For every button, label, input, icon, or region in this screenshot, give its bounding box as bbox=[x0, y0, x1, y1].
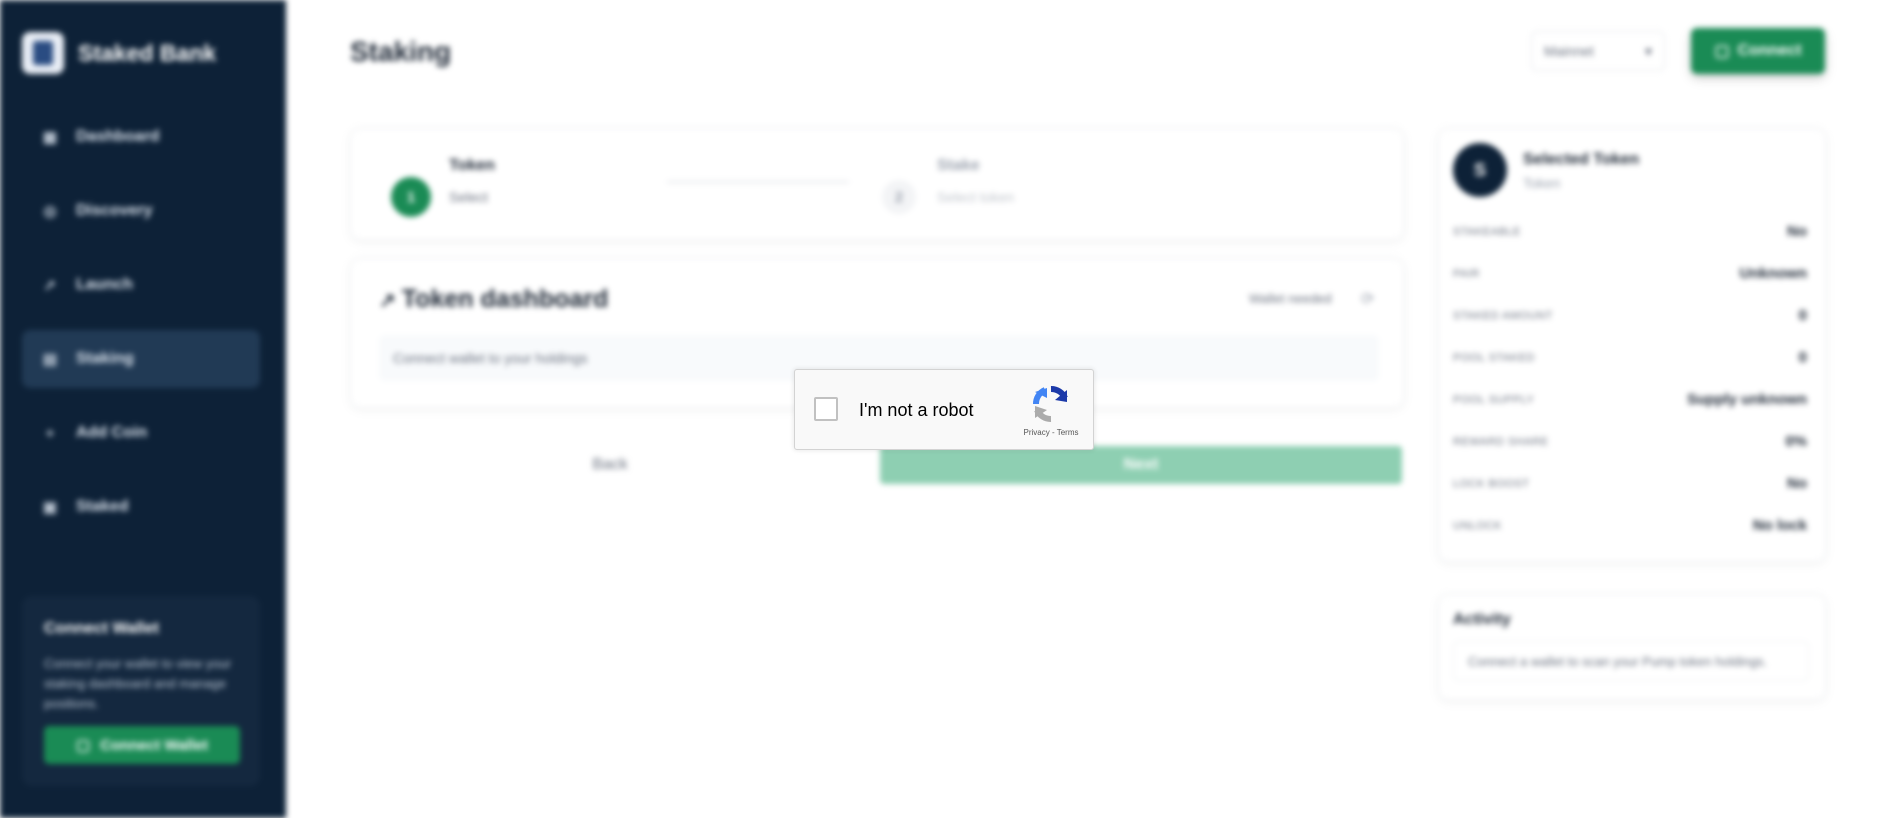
selected-token-subtitle: Token bbox=[1523, 175, 1561, 191]
connect-wallet-description: Connect your wallet to view your staking… bbox=[44, 656, 232, 711]
stat-value: No lock bbox=[1752, 517, 1807, 534]
brand-logo[interactable]: Staked Bank bbox=[22, 32, 216, 74]
connect-wallet-title: Connect Wallet bbox=[44, 620, 159, 637]
refresh-icon[interactable]: ⟳ bbox=[1361, 289, 1374, 309]
sidebar-item-label: Launch bbox=[76, 276, 133, 293]
stat-value: No bbox=[1787, 223, 1807, 240]
token-stat-row: POOL SUPPLY Supply unknown bbox=[1453, 391, 1807, 408]
stat-value: 0 bbox=[1798, 349, 1807, 366]
selected-token-card: S Selected Token Token STAKEABLE No PAIR U… bbox=[1438, 128, 1826, 562]
plus-icon: + bbox=[45, 424, 55, 442]
stat-key: STAKEABLE bbox=[1453, 225, 1521, 238]
wallet-icon: ▢ bbox=[76, 737, 91, 754]
sidebar-item-label: Staked bbox=[76, 498, 129, 515]
sidebar-item-add-coin[interactable]: + Add Coin bbox=[22, 404, 260, 462]
stat-value: 0% bbox=[1785, 433, 1807, 450]
connect-button-label: Connect bbox=[1737, 42, 1802, 59]
connect-wallet-button-label: Connect Wallet bbox=[100, 736, 208, 754]
network-select[interactable]: Mainnet ▾ bbox=[1531, 31, 1665, 71]
privacy-link[interactable]: Privacy bbox=[1024, 428, 1050, 437]
selected-token-title: Selected Token bbox=[1523, 151, 1640, 168]
chart-icon: ↗ bbox=[379, 290, 396, 312]
layers-icon: ▤ bbox=[42, 351, 58, 368]
stepper-card: 1 Token Select 2 Stake Select token bbox=[350, 128, 1404, 240]
token-stat-row: STAKEABLE No bbox=[1453, 223, 1807, 240]
sidebar-item-label: Dashboard bbox=[76, 128, 160, 145]
stat-key: REWARD SHARE bbox=[1453, 435, 1549, 448]
sidebar-item-dashboard[interactable]: ▦ Dashboard bbox=[22, 108, 260, 166]
sidebar-item-label: Add Coin bbox=[76, 424, 148, 441]
wallet-status-text: Wallet needed bbox=[1249, 291, 1332, 306]
page-title: Staking bbox=[350, 36, 452, 67]
bank-icon bbox=[22, 32, 64, 74]
stat-key: PAIR bbox=[1453, 267, 1480, 280]
step-2-subtitle: Select token bbox=[937, 189, 1015, 205]
recaptcha-logo-icon bbox=[1033, 386, 1068, 422]
sidebar-item-launch[interactable]: ➚ Launch bbox=[22, 256, 260, 314]
next-button[interactable]: Next bbox=[880, 446, 1402, 484]
token-stat-row: LOCK BOOST No bbox=[1453, 475, 1807, 492]
stat-value: Supply unknown bbox=[1687, 391, 1807, 408]
sidebar-item-label: Staking bbox=[76, 350, 134, 367]
activity-title: Activity bbox=[1453, 611, 1511, 628]
sidebar-item-discovery[interactable]: ◎ Discovery bbox=[22, 182, 260, 240]
token-stat-row: STAKED AMOUNT 0 bbox=[1453, 307, 1807, 324]
link-separator: - bbox=[1049, 428, 1057, 437]
sidebar-item-label: Discovery bbox=[76, 202, 153, 219]
stat-value: 0 bbox=[1798, 307, 1807, 324]
chevron-down-icon: ▾ bbox=[1644, 42, 1652, 59]
recaptcha-checkbox[interactable] bbox=[814, 397, 838, 421]
step-1-subtitle: Select bbox=[449, 189, 488, 205]
sidebar-item-staking[interactable]: ▤ Staking bbox=[22, 330, 260, 388]
grid-icon: ▦ bbox=[42, 129, 58, 146]
stat-key: UNLOCK bbox=[1453, 519, 1502, 532]
token-avatar: S bbox=[1453, 143, 1507, 197]
stat-key: POOL STAKED bbox=[1453, 351, 1535, 364]
recaptcha-widget: I'm not a robot Privacy - Terms bbox=[794, 369, 1094, 450]
stat-value: No bbox=[1787, 475, 1807, 492]
step-2-title: Stake bbox=[937, 157, 980, 174]
stat-key: STAKED AMOUNT bbox=[1453, 309, 1553, 322]
connect-wallet-button[interactable]: ▢ Connect Wallet bbox=[44, 726, 240, 764]
activity-card: Activity Connect a wallet to scan your P… bbox=[1438, 594, 1826, 700]
rocket-icon: ➚ bbox=[43, 277, 57, 294]
connect-button[interactable]: ▢ Connect bbox=[1691, 28, 1825, 74]
token-stat-row: UNLOCK No lock bbox=[1453, 517, 1807, 534]
lock-icon: ▣ bbox=[42, 499, 58, 516]
recaptcha-label: I'm not a robot bbox=[859, 400, 974, 420]
wallet-icon: ▢ bbox=[1714, 43, 1730, 60]
terms-link[interactable]: Terms bbox=[1057, 428, 1079, 437]
step-1-title: Token bbox=[449, 157, 495, 174]
back-button[interactable]: Back bbox=[350, 446, 870, 484]
network-select-value: Mainnet bbox=[1544, 43, 1594, 59]
sidebar: Staked Bank ▦ Dashboard ◎ Discovery ➚ La… bbox=[0, 0, 286, 818]
connect-wallet-panel: Connect Wallet Connect your wallet to vi… bbox=[22, 596, 260, 786]
brand-name: Staked Bank bbox=[78, 39, 217, 66]
stat-key: LOCK BOOST bbox=[1453, 477, 1530, 490]
stat-value: Unknown bbox=[1739, 265, 1808, 282]
step-2-indicator: 2 bbox=[882, 180, 916, 214]
activity-message: Connect a wallet to scan your Pump token… bbox=[1453, 641, 1809, 681]
token-stat-row: PAIR Unknown bbox=[1453, 265, 1807, 282]
token-dashboard-title: Token dashboard bbox=[401, 285, 609, 313]
step-1-indicator: 1 bbox=[391, 177, 431, 217]
step-connector bbox=[667, 181, 849, 183]
stat-key: POOL SUPPLY bbox=[1453, 393, 1535, 406]
token-stat-row: POOL STAKED 0 bbox=[1453, 349, 1807, 366]
token-dashboard-heading: ↗ Token dashboard bbox=[379, 285, 608, 314]
recaptcha-links: Privacy - Terms bbox=[1021, 428, 1081, 437]
sidebar-item-staked[interactable]: ▣ Staked bbox=[22, 478, 260, 536]
compass-icon: ◎ bbox=[43, 203, 57, 220]
token-stat-row: REWARD SHARE 0% bbox=[1453, 433, 1807, 450]
